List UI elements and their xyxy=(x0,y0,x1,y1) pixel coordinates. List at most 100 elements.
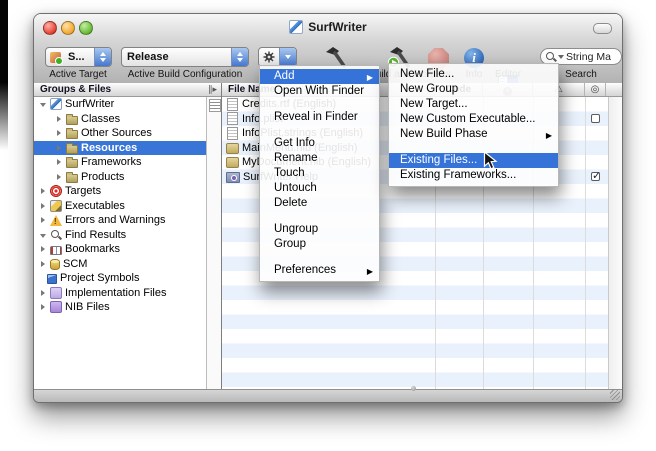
menu-item-new-target[interactable]: New Target... xyxy=(389,97,558,112)
sidebar-item-surfwriter[interactable]: SurfWriter xyxy=(34,97,206,112)
sidebar-item-find-results[interactable]: Find Results xyxy=(34,228,206,243)
nib-file-icon xyxy=(226,142,239,154)
active-target-value: S... xyxy=(68,51,85,63)
stepper-icon xyxy=(94,48,111,66)
groups-files-header-label: Groups & Files xyxy=(40,84,112,95)
menu-item-preferences[interactable]: Preferences xyxy=(260,263,379,278)
zoom-button[interactable] xyxy=(79,21,93,35)
build-configuration-popup[interactable]: Release xyxy=(121,47,249,67)
menu-item-get-info[interactable]: Get Info xyxy=(260,136,379,151)
folder-icon xyxy=(66,113,78,125)
build-configuration-value: Release xyxy=(127,51,169,63)
menu-item-add[interactable]: Add xyxy=(260,69,379,84)
chevron-down-icon xyxy=(279,48,296,66)
menu-item-rename[interactable]: Rename xyxy=(260,151,379,166)
menu-item-reveal-in-finder[interactable]: Reveal in Finder xyxy=(260,110,379,125)
sidebar-item-scm[interactable]: SCM xyxy=(34,257,206,272)
search-icon xyxy=(546,51,556,62)
stepper-icon xyxy=(231,48,248,66)
sidebar-item-executables[interactable]: Executables xyxy=(34,199,206,214)
active-target-caption: Active Target xyxy=(49,69,107,80)
sidebar-item-other-sources[interactable]: Other Sources xyxy=(34,126,206,141)
menu-item-existing-files[interactable]: Existing Files... xyxy=(389,153,558,168)
disclosure-closed-icon[interactable] xyxy=(41,260,45,267)
title-bar[interactable]: SurfWriter xyxy=(34,14,622,39)
search-caption: Search xyxy=(565,69,597,80)
menu-item-delete[interactable]: Delete xyxy=(260,196,379,211)
sidebar-scrollbar[interactable] xyxy=(206,97,221,389)
sidebar-item-resources[interactable]: Resources xyxy=(34,140,206,155)
sidebar-item-classes[interactable]: Classes xyxy=(34,112,206,127)
active-target-popup[interactable]: S... xyxy=(45,47,112,67)
document-icon xyxy=(227,112,238,126)
menu-item-open-with-finder[interactable]: Open With Finder xyxy=(260,84,379,99)
column-target-membership[interactable] xyxy=(585,83,606,96)
menu-item-existing-frameworks[interactable]: Existing Frameworks... xyxy=(389,168,558,183)
menu-item-group[interactable]: Group xyxy=(260,237,379,252)
groups-files-header[interactable]: Groups & Files ∥▸ xyxy=(34,83,221,97)
menu-separator xyxy=(260,211,379,222)
implementation-icon xyxy=(50,286,62,299)
close-button[interactable] xyxy=(43,21,57,35)
disclosure-closed-icon[interactable] xyxy=(41,217,45,224)
menu-separator xyxy=(260,125,379,136)
sidebar-item-errors-warnings[interactable]: Errors and Warnings xyxy=(34,213,206,228)
document-icon xyxy=(227,126,238,140)
document-icon xyxy=(227,97,238,111)
disclosure-closed-icon[interactable] xyxy=(41,304,45,311)
sidebar-item-products[interactable]: Products xyxy=(34,170,206,185)
menu-item-new-file[interactable]: New File... xyxy=(389,67,558,82)
chevron-down-icon[interactable] xyxy=(558,54,564,59)
target-icon xyxy=(591,84,600,95)
cube-icon xyxy=(47,273,57,284)
splitter-menu-icon[interactable] xyxy=(209,99,221,112)
disclosure-closed-icon[interactable] xyxy=(41,246,45,253)
app-icon xyxy=(289,19,304,34)
action-menu-button[interactable] xyxy=(258,47,297,67)
menu-item-ungroup[interactable]: Ungroup xyxy=(260,222,379,237)
column-options-icon[interactable]: ∥▸ xyxy=(208,84,217,95)
sidebar-item-frameworks[interactable]: Frameworks xyxy=(34,155,206,170)
disclosure-closed-icon[interactable] xyxy=(57,173,61,180)
menu-separator xyxy=(260,252,379,263)
table-scrollbar[interactable] xyxy=(608,97,622,389)
sidebar-item-nib-files[interactable]: NIB Files xyxy=(34,300,206,315)
sidebar-item-bookmarks[interactable]: Bookmarks xyxy=(34,242,206,257)
menu-item-new-group[interactable]: New Group xyxy=(389,82,558,97)
sidebar-item-project-symbols[interactable]: Project Symbols xyxy=(34,271,206,286)
disclosure-closed-icon[interactable] xyxy=(41,188,45,195)
disclosure-closed-icon[interactable] xyxy=(57,159,61,166)
menu-item-new-build-phase[interactable]: New Build Phase xyxy=(389,127,558,142)
nib-file-icon xyxy=(226,157,239,169)
executable-icon xyxy=(50,199,62,212)
book-icon xyxy=(50,245,62,255)
magnifier-icon xyxy=(50,229,62,241)
menu-item-new-custom-executable[interactable]: New Custom Executable... xyxy=(389,112,558,127)
splitter-dimple-icon[interactable] xyxy=(411,386,416,391)
target-app-icon xyxy=(50,51,63,65)
target-membership-checkbox[interactable] xyxy=(591,169,601,182)
gear-icon xyxy=(259,51,279,63)
folder-icon xyxy=(66,128,78,140)
disclosure-open-icon[interactable] xyxy=(40,233,46,238)
toolbar-toggle-button[interactable] xyxy=(593,23,612,34)
resize-grip-icon[interactable] xyxy=(610,390,620,400)
menu-separator xyxy=(389,142,558,153)
disclosure-closed-icon[interactable] xyxy=(41,289,45,296)
disclosure-closed-icon[interactable] xyxy=(57,115,61,122)
sidebar-item-implementation-files[interactable]: Implementation Files xyxy=(34,286,206,301)
menu-item-untouch[interactable]: Untouch xyxy=(260,181,379,196)
disclosure-closed-icon[interactable] xyxy=(41,202,45,209)
status-bar xyxy=(34,389,622,402)
search-value: String Ma xyxy=(566,50,611,63)
mouse-cursor-icon xyxy=(483,150,500,176)
disclosure-closed-icon[interactable] xyxy=(57,130,61,137)
desktop-edge xyxy=(0,0,8,150)
disclosure-closed-icon[interactable] xyxy=(57,144,61,151)
target-membership-checkbox[interactable] xyxy=(591,114,600,123)
disclosure-open-icon[interactable] xyxy=(40,103,46,108)
menu-item-touch[interactable]: Touch xyxy=(260,166,379,181)
sidebar-item-targets[interactable]: Targets xyxy=(34,184,206,199)
minimize-button[interactable] xyxy=(61,21,75,35)
project-icon xyxy=(50,98,62,111)
